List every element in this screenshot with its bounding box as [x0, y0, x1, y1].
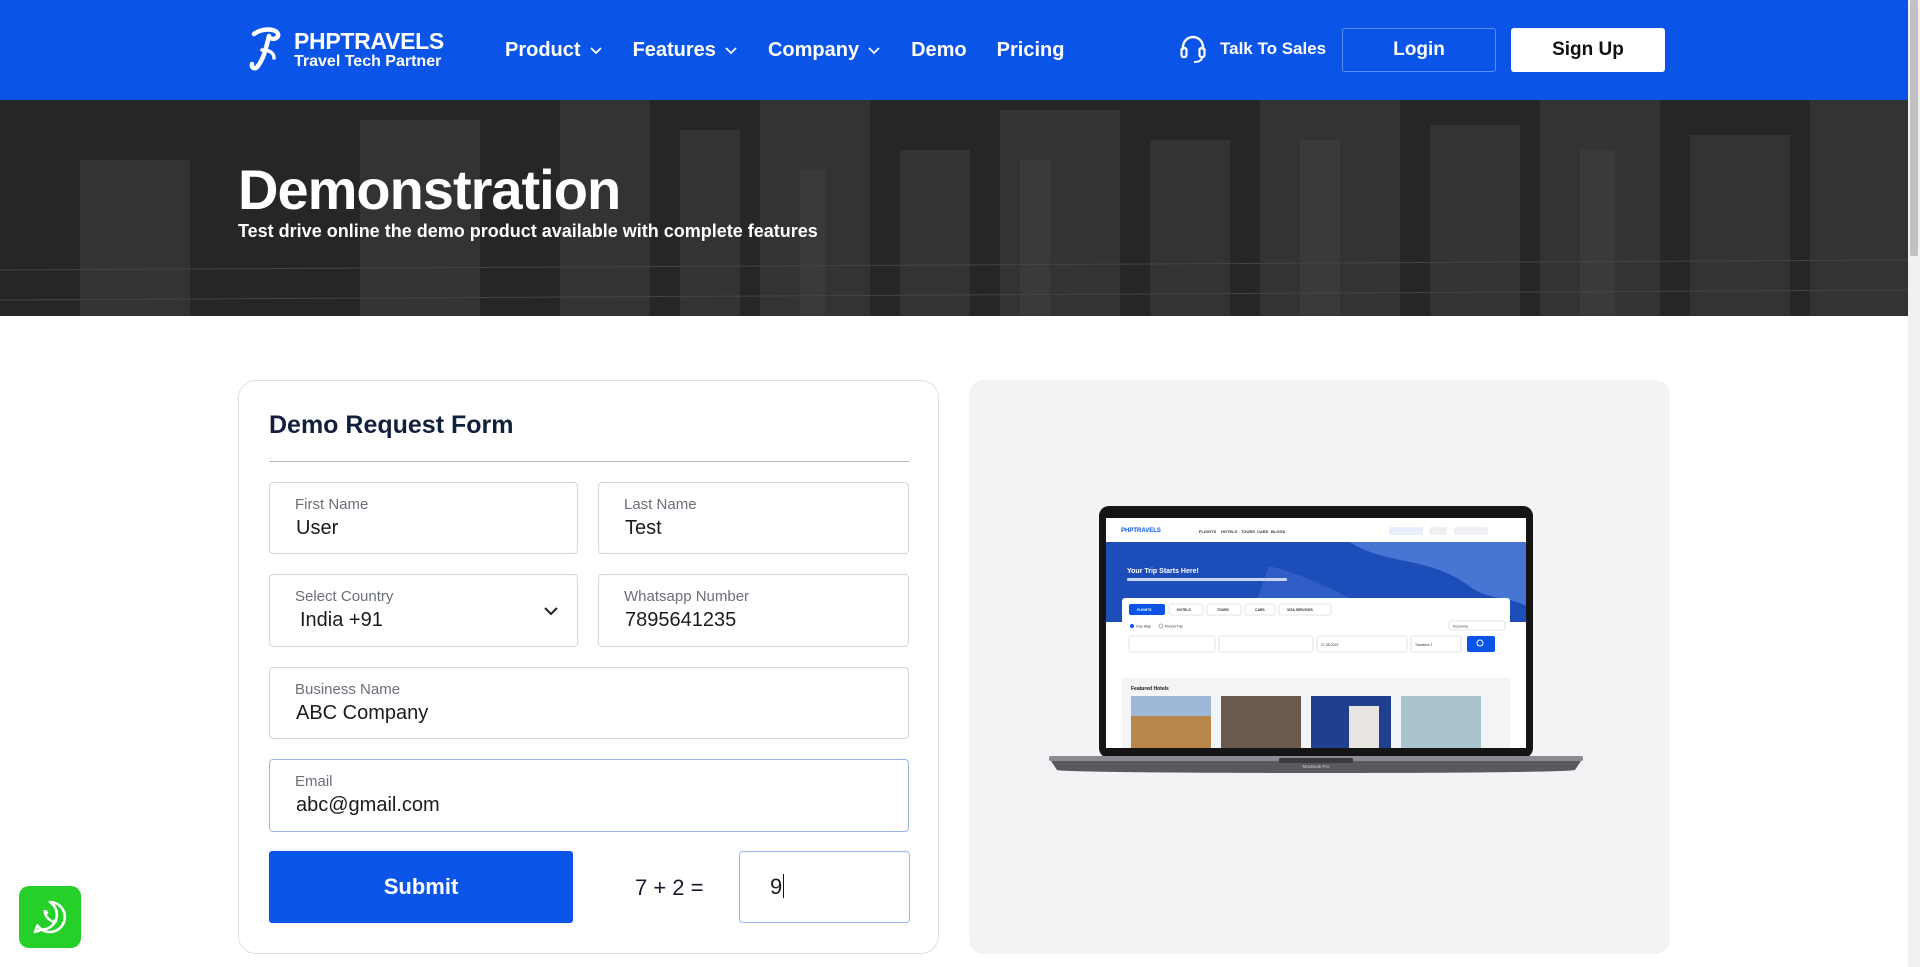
- page-subtitle: Test drive online the demo product avail…: [238, 221, 818, 241]
- business-label: Business Name: [295, 681, 401, 698]
- whatsapp-number-field[interactable]: Whatsapp Number 7895641235: [598, 574, 909, 647]
- brand-logo-icon: [249, 27, 281, 71]
- screen-cabin: Economy: [1453, 625, 1468, 629]
- nav-features[interactable]: Features: [633, 36, 738, 64]
- main-nav: Product Features Company Demo Pricing: [505, 36, 1064, 64]
- form-title: Demo Request Form: [269, 411, 514, 439]
- nav-company[interactable]: Company: [768, 36, 881, 64]
- laptop-preview-image: PHPTRAVELS FLIGHTS HOTELS TOURS CARS BLO…: [1049, 506, 1583, 773]
- chevron-down-icon: [868, 47, 880, 55]
- whatsapp-value: 7895641235: [625, 609, 737, 631]
- screen-nav-cars: CARS: [1257, 529, 1269, 534]
- whatsapp-label: Whatsapp Number: [624, 588, 750, 605]
- nav-product-label: Product: [505, 39, 581, 61]
- brand-tagline: Travel Tech Partner: [294, 52, 442, 70]
- screen-tab-visa: VISA SERVICES: [1287, 608, 1314, 612]
- brand-text: PHPTRAVELS Travel Tech Partner: [294, 29, 444, 70]
- nav-demo[interactable]: Demo: [911, 36, 967, 64]
- screen-hero-title: Your Trip Starts Here!: [1127, 568, 1199, 575]
- whatsapp-icon: [33, 900, 67, 934]
- brand-logo[interactable]: PHPTRAVELS Travel Tech Partner: [248, 26, 444, 72]
- nav-company-label: Company: [767, 39, 860, 61]
- text-caret: [783, 874, 785, 898]
- screen-tab-hotels: HOTELS: [1177, 608, 1191, 612]
- last-name-field[interactable]: Last Name Test: [598, 482, 909, 554]
- nav-product[interactable]: Product: [505, 36, 603, 64]
- page: PHPTRAVELS Travel Tech Partner Product F…: [0, 0, 1920, 967]
- screen-nav-blogs: BLOGS: [1271, 529, 1286, 534]
- headset-icon: [1180, 35, 1206, 63]
- brand-name: PHPTRAVELS: [294, 27, 444, 54]
- screen-round-trip: Round Trip: [1165, 625, 1183, 629]
- nav-features-label: Features: [632, 39, 716, 61]
- whatsapp-chat-button[interactable]: [19, 886, 81, 948]
- talk-to-sales-link[interactable]: Talk To Sales: [1180, 34, 1326, 64]
- chevron-down-icon: [589, 47, 602, 55]
- product-preview-panel: PHPTRAVELS FLIGHTS HOTELS TOURS CARS BLO…: [969, 380, 1670, 954]
- screen-nav-flights: FLIGHTS: [1199, 529, 1216, 534]
- top-navbar: PHPTRAVELS Travel Tech Partner Product F…: [0, 0, 1908, 100]
- captcha-answer-text: 9: [770, 874, 783, 899]
- email-field[interactable]: Email abc@gmail.com: [269, 759, 909, 832]
- screen-nav-hotels: HOTELS: [1221, 529, 1238, 534]
- screen-travellers: Travellers 1: [1415, 643, 1433, 647]
- screen-nav-tours: TOURS: [1241, 529, 1255, 534]
- nav-demo-label: Demo: [911, 39, 967, 61]
- screen-featured-title: Featured Hotels: [1131, 686, 1169, 692]
- business-value: ABC Company: [296, 702, 429, 724]
- page-title: Demonstration: [238, 158, 621, 221]
- talk-to-sales-label: Talk To Sales: [1220, 39, 1327, 58]
- login-button[interactable]: Login: [1342, 28, 1496, 72]
- screen-brand: PHPTRAVELS: [1121, 528, 1161, 534]
- last-name-label: Last Name: [624, 496, 697, 513]
- first-name-field[interactable]: First Name User: [269, 482, 578, 554]
- captcha-question: 7 + 2 =: [635, 875, 704, 900]
- first-name-label: First Name: [295, 496, 369, 513]
- hero-banner: Demonstration Test drive online the demo…: [0, 100, 1908, 316]
- last-name-value: Test: [625, 517, 662, 539]
- nav-pricing-label: Pricing: [996, 39, 1065, 61]
- screen-depart-date: 27-08-2023: [1321, 643, 1338, 647]
- business-name-field[interactable]: Business Name ABC Company: [269, 667, 909, 739]
- screen-tab-cars: CARS: [1255, 608, 1265, 612]
- country-select[interactable]: Select Country India +91: [269, 574, 578, 647]
- captcha-answer-value: 9: [770, 874, 785, 900]
- country-label: Select Country: [295, 588, 394, 605]
- captcha-answer-input[interactable]: 9: [739, 851, 910, 923]
- page-scrollbar-thumb[interactable]: [1910, 0, 1918, 256]
- country-value: India +91: [300, 609, 383, 631]
- first-name-value: User: [296, 517, 339, 539]
- screen-one-way: One Way: [1136, 625, 1151, 629]
- screen-tab-tours: TOURS: [1217, 608, 1230, 612]
- nav-pricing[interactable]: Pricing: [997, 36, 1065, 64]
- signup-button[interactable]: Sign Up: [1511, 28, 1665, 72]
- laptop-model-label: MacBook Pro: [1302, 764, 1330, 769]
- form-divider: [269, 461, 909, 462]
- screen-tab-flights: FLIGHTS: [1137, 608, 1152, 612]
- chevron-down-icon: [725, 47, 737, 55]
- submit-button[interactable]: Submit: [269, 851, 573, 923]
- chevron-down-icon: [544, 607, 558, 616]
- email-label: Email: [295, 773, 333, 790]
- email-value: abc@gmail.com: [296, 794, 440, 816]
- demo-request-form: Demo Request Form First Name User Last N…: [238, 380, 939, 954]
